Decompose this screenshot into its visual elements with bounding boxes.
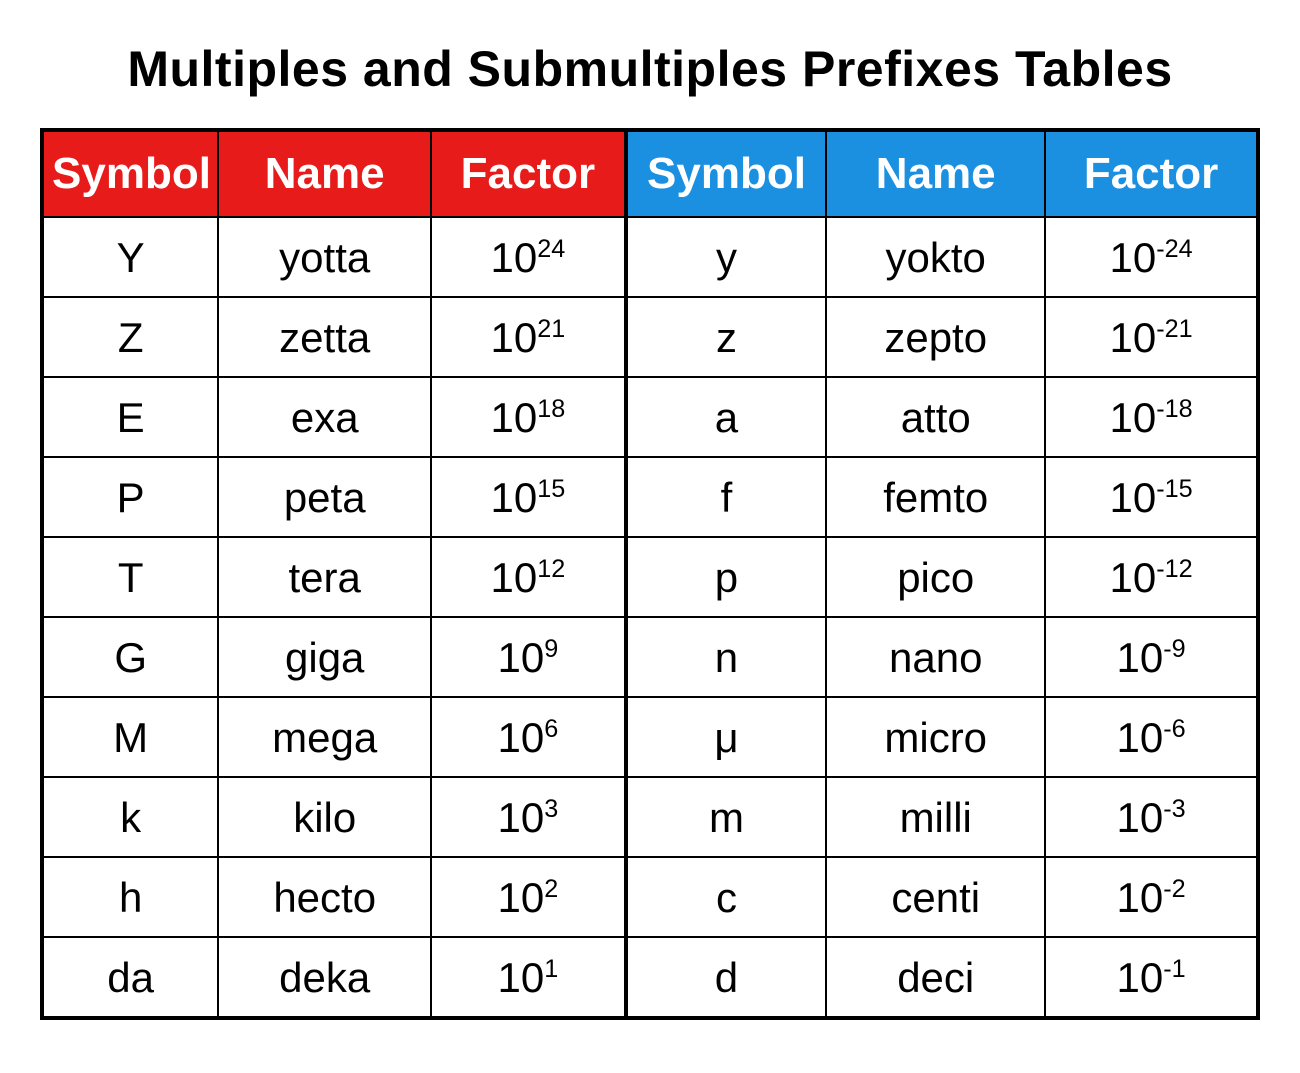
submultiple-symbol: z	[626, 297, 827, 377]
submultiple-factor: 10-24	[1045, 217, 1258, 297]
multiple-name: deka	[218, 937, 431, 1018]
multiple-factor: 1024	[431, 217, 626, 297]
submultiple-factor: 10-21	[1045, 297, 1258, 377]
submultiple-symbol: n	[626, 617, 827, 697]
submultiple-symbol: a	[626, 377, 827, 457]
multiple-symbol: h	[42, 857, 218, 937]
prefix-table: Symbol Name Factor Symbol Name Factor Yy…	[40, 128, 1260, 1020]
header-multiples-factor: Factor	[431, 130, 626, 217]
submultiple-symbol: p	[626, 537, 827, 617]
multiple-symbol: da	[42, 937, 218, 1018]
multiple-symbol: Z	[42, 297, 218, 377]
submultiple-factor: 10-3	[1045, 777, 1258, 857]
multiple-factor: 106	[431, 697, 626, 777]
multiple-factor: 109	[431, 617, 626, 697]
submultiple-name: femto	[826, 457, 1045, 537]
submultiple-name: zepto	[826, 297, 1045, 377]
multiple-symbol: T	[42, 537, 218, 617]
multiple-symbol: P	[42, 457, 218, 537]
multiple-name: hecto	[218, 857, 431, 937]
submultiple-symbol: y	[626, 217, 827, 297]
submultiple-name: atto	[826, 377, 1045, 457]
submultiple-factor: 10-12	[1045, 537, 1258, 617]
multiple-factor: 1012	[431, 537, 626, 617]
table-row: Ppeta1015ffemto10-15	[42, 457, 1258, 537]
multiple-symbol: Y	[42, 217, 218, 297]
table-row: Zzetta1021zzepto10-21	[42, 297, 1258, 377]
multiple-name: zetta	[218, 297, 431, 377]
submultiple-symbol: f	[626, 457, 827, 537]
submultiple-factor: 10-15	[1045, 457, 1258, 537]
table-header-row: Symbol Name Factor Symbol Name Factor	[42, 130, 1258, 217]
multiple-factor: 103	[431, 777, 626, 857]
multiple-factor: 1021	[431, 297, 626, 377]
table-row: Yyotta1024yyokto10-24	[42, 217, 1258, 297]
submultiple-name: pico	[826, 537, 1045, 617]
multiple-symbol: G	[42, 617, 218, 697]
header-submultiples-symbol: Symbol	[626, 130, 827, 217]
submultiple-name: centi	[826, 857, 1045, 937]
submultiple-factor: 10-1	[1045, 937, 1258, 1018]
submultiple-symbol: m	[626, 777, 827, 857]
header-submultiples-factor: Factor	[1045, 130, 1258, 217]
submultiple-name: yokto	[826, 217, 1045, 297]
table-row: Ttera1012ppico10-12	[42, 537, 1258, 617]
submultiple-factor: 10-9	[1045, 617, 1258, 697]
page-title: Multiples and Submultiples Prefixes Tabl…	[40, 40, 1260, 98]
submultiple-name: nano	[826, 617, 1045, 697]
submultiple-symbol: d	[626, 937, 827, 1018]
header-multiples-symbol: Symbol	[42, 130, 218, 217]
multiple-name: kilo	[218, 777, 431, 857]
multiple-name: exa	[218, 377, 431, 457]
submultiple-name: micro	[826, 697, 1045, 777]
table-row: Eexa1018aatto10-18	[42, 377, 1258, 457]
table-row: kkilo103mmilli10-3	[42, 777, 1258, 857]
table-row: Ggiga109nnano10-9	[42, 617, 1258, 697]
multiple-symbol: M	[42, 697, 218, 777]
multiple-factor: 1015	[431, 457, 626, 537]
submultiple-symbol: c	[626, 857, 827, 937]
table-row: dadeka101ddeci10-1	[42, 937, 1258, 1018]
submultiple-factor: 10-2	[1045, 857, 1258, 937]
submultiple-name: milli	[826, 777, 1045, 857]
multiple-name: peta	[218, 457, 431, 537]
header-submultiples-name: Name	[826, 130, 1045, 217]
table-row: hhecto102ccenti10-2	[42, 857, 1258, 937]
multiple-name: tera	[218, 537, 431, 617]
multiple-symbol: E	[42, 377, 218, 457]
multiple-factor: 102	[431, 857, 626, 937]
multiple-name: mega	[218, 697, 431, 777]
submultiple-factor: 10-18	[1045, 377, 1258, 457]
submultiple-factor: 10-6	[1045, 697, 1258, 777]
multiple-name: yotta	[218, 217, 431, 297]
multiple-factor: 101	[431, 937, 626, 1018]
multiple-factor: 1018	[431, 377, 626, 457]
multiple-name: giga	[218, 617, 431, 697]
multiple-symbol: k	[42, 777, 218, 857]
table-row: Mmega106μmicro10-6	[42, 697, 1258, 777]
submultiple-symbol: μ	[626, 697, 827, 777]
header-multiples-name: Name	[218, 130, 431, 217]
submultiple-name: deci	[826, 937, 1045, 1018]
